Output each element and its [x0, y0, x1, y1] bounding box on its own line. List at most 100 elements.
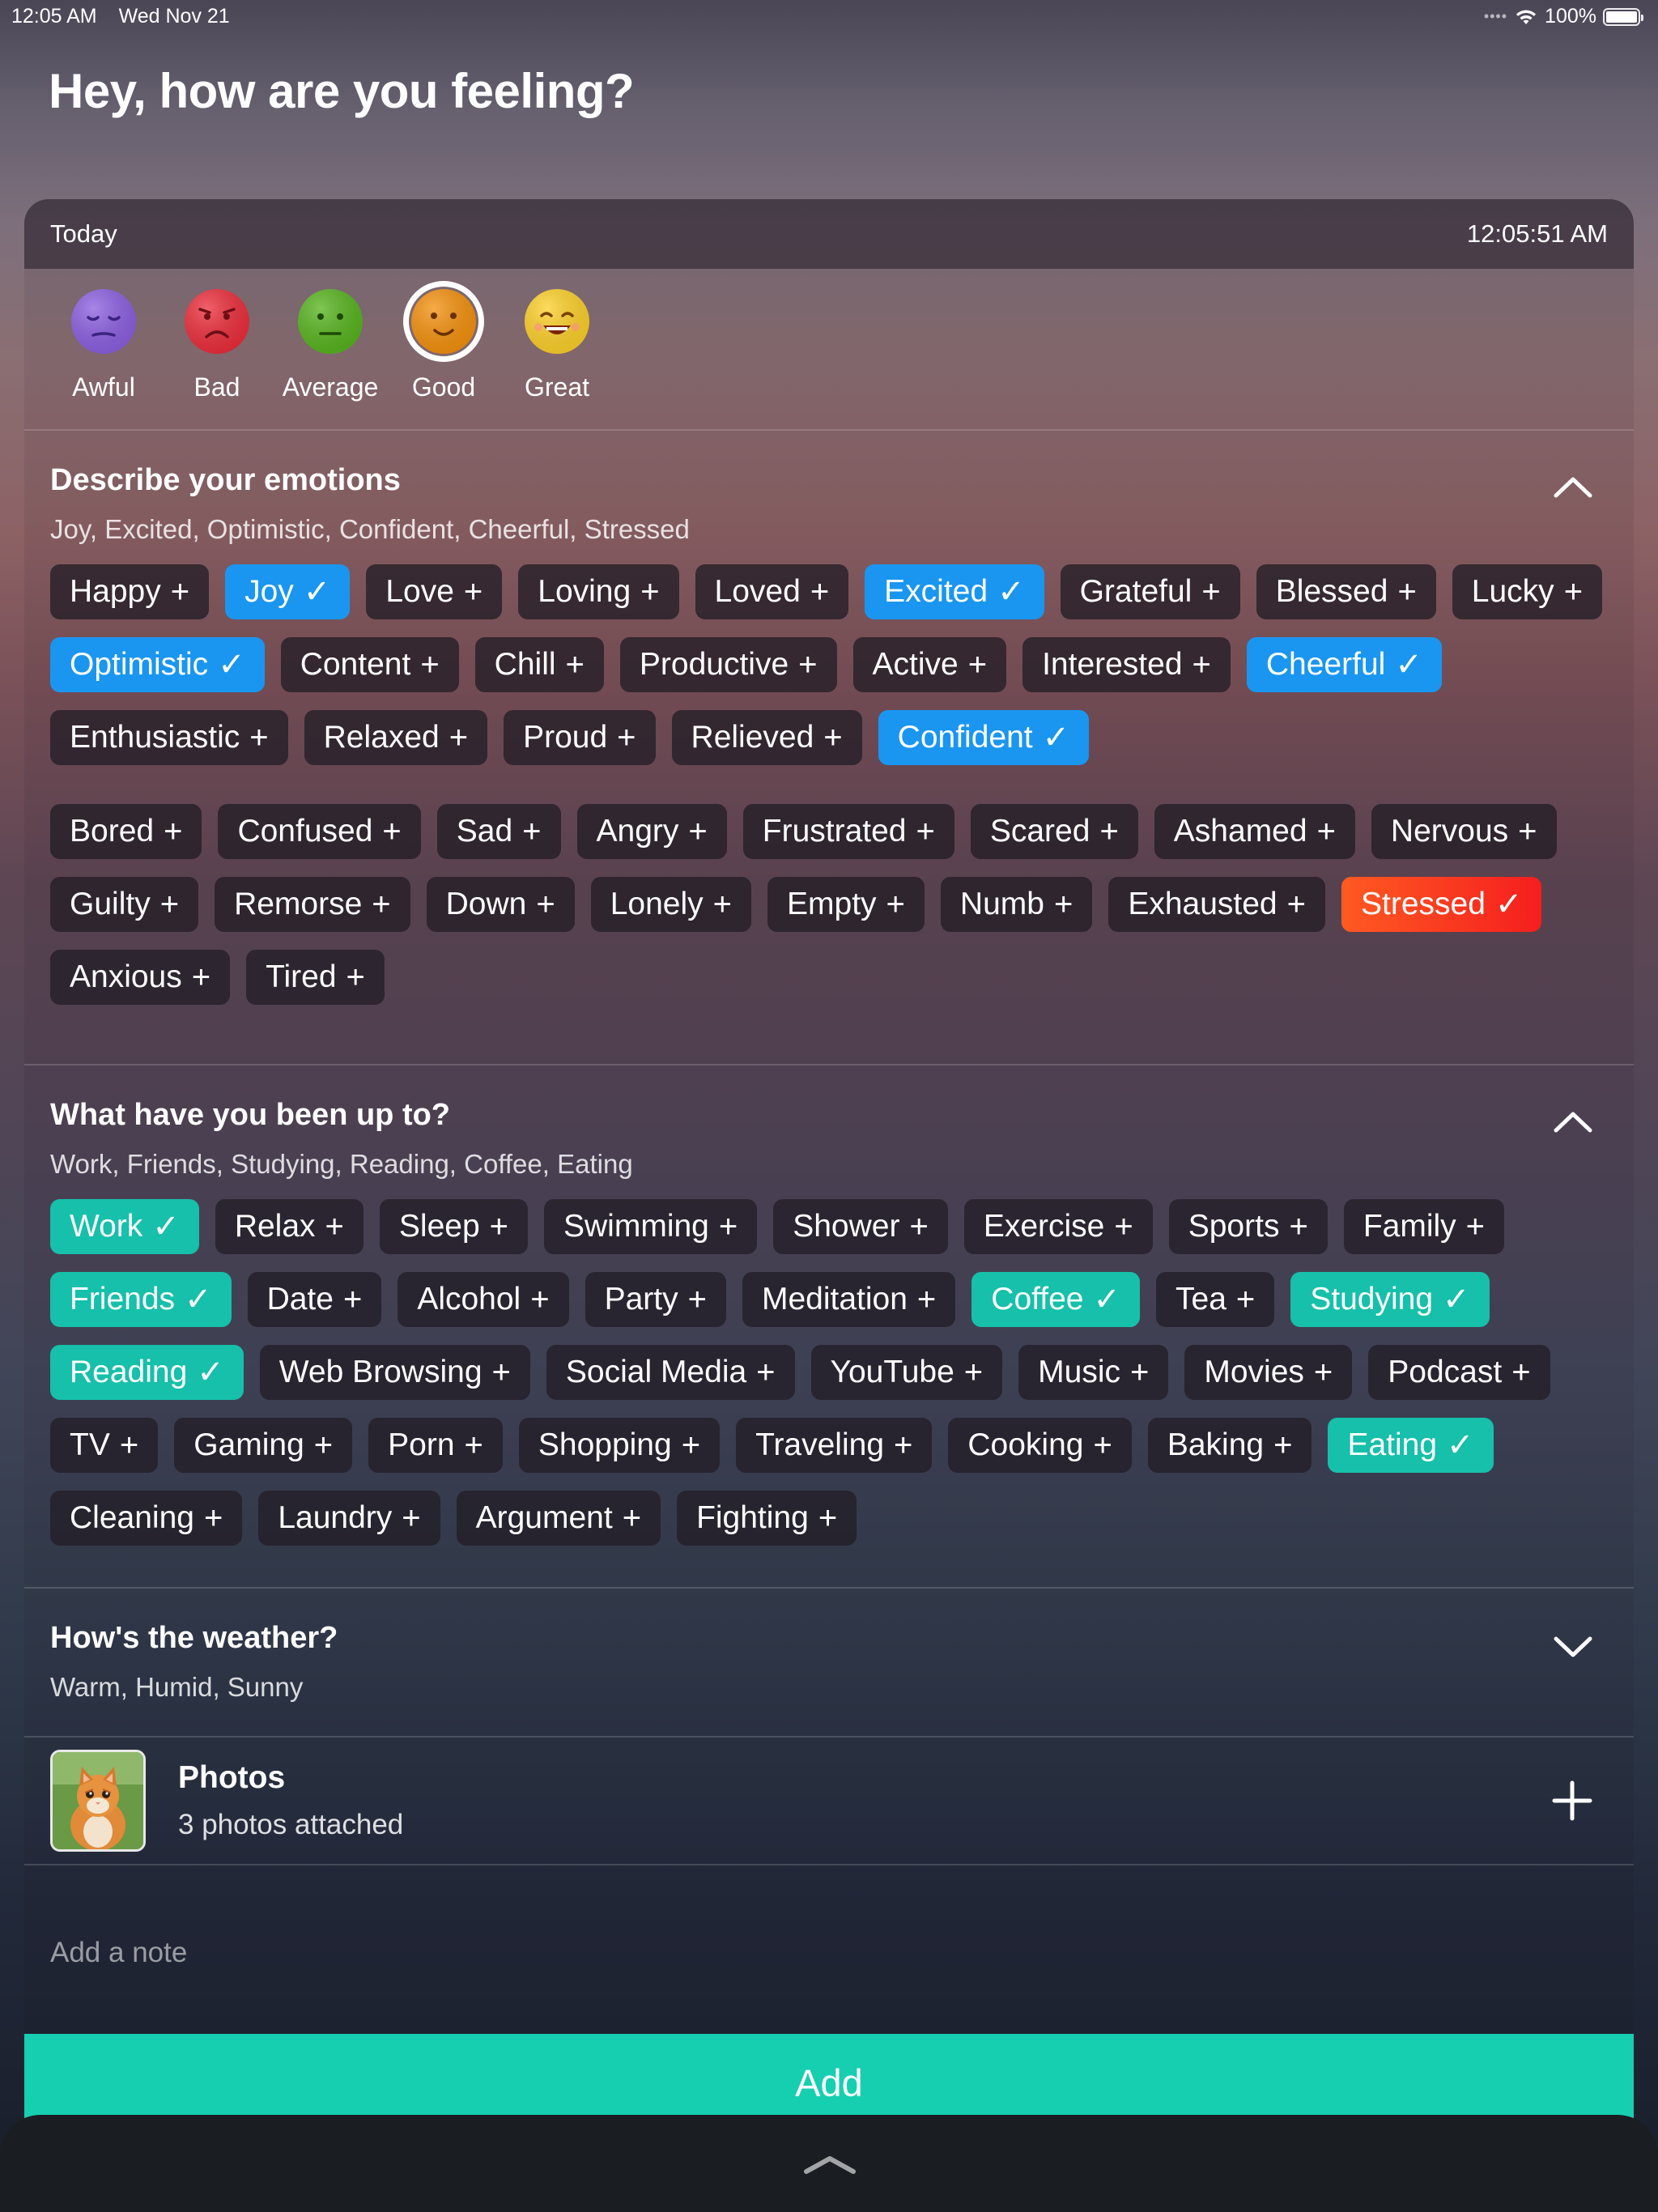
tag-chip-active[interactable]: Active + — [852, 637, 1007, 692]
tag-chip-content[interactable]: Content + — [280, 637, 459, 692]
tag-chip-friends[interactable]: Friends ✓ — [50, 1272, 232, 1327]
plus-icon: + — [313, 1427, 334, 1463]
plus-icon: + — [1099, 814, 1119, 849]
chevron-up-icon[interactable] — [801, 2152, 858, 2176]
tag-chip-traveling[interactable]: Traveling + — [736, 1418, 933, 1473]
emotions-title[interactable]: Describe your emotions — [50, 431, 1608, 498]
tag-chip-angry[interactable]: Angry + — [576, 804, 727, 859]
tag-chip-party[interactable]: Party + — [585, 1272, 726, 1327]
tag-chip-bored[interactable]: Bored + — [50, 804, 202, 859]
tag-chip-tv[interactable]: TV + — [50, 1418, 159, 1473]
tag-chip-reading[interactable]: Reading ✓ — [50, 1345, 244, 1400]
tag-chip-alcohol[interactable]: Alcohol + — [397, 1272, 569, 1327]
mood-average[interactable]: Average — [274, 287, 387, 429]
tag-chip-youtube[interactable]: YouTube + — [810, 1345, 1003, 1400]
tag-chip-work[interactable]: Work ✓ — [50, 1199, 199, 1254]
tag-chip-productive[interactable]: Productive + — [619, 637, 837, 692]
chevron-up-icon[interactable] — [1553, 1109, 1593, 1134]
tag-chip-nervous[interactable]: Nervous + — [1371, 804, 1557, 859]
photo-thumbnail[interactable] — [50, 1750, 146, 1852]
mood-great[interactable]: Great — [500, 287, 614, 429]
tag-chip-fighting[interactable]: Fighting + — [677, 1491, 857, 1546]
tag-chip-movies[interactable]: Movies + — [1184, 1345, 1353, 1400]
tag-chip-grateful[interactable]: Grateful + — [1060, 564, 1240, 619]
tag-chip-joy[interactable]: Joy ✓ — [225, 564, 351, 619]
mood-bad[interactable]: Bad — [160, 287, 274, 429]
tag-chip-relax[interactable]: Relax + — [215, 1199, 363, 1254]
tag-chip-love[interactable]: Love + — [366, 564, 503, 619]
tag-chip-web-browsing[interactable]: Web Browsing + — [259, 1345, 530, 1400]
note-input[interactable] — [50, 1937, 1608, 1969]
tag-chip-numb[interactable]: Numb + — [940, 877, 1093, 932]
tag-chip-tired[interactable]: Tired + — [246, 950, 385, 1005]
tag-chip-family[interactable]: Family + — [1343, 1199, 1505, 1254]
tag-chip-remorse[interactable]: Remorse + — [215, 877, 410, 932]
bottom-sheet[interactable] — [0, 2115, 1658, 2212]
tag-chip-stressed[interactable]: Stressed ✓ — [1341, 877, 1542, 932]
tag-chip-enthusiastic[interactable]: Enthusiastic + — [50, 710, 288, 765]
tag-chip-tea[interactable]: Tea + — [1156, 1272, 1275, 1327]
tag-chip-guilty[interactable]: Guilty + — [50, 877, 199, 932]
tag-chip-meditation[interactable]: Meditation + — [742, 1272, 956, 1327]
tag-chip-studying[interactable]: Studying ✓ — [1290, 1272, 1490, 1327]
tag-chip-excited[interactable]: Excited ✓ — [865, 564, 1044, 619]
tag-chip-baking[interactable]: Baking + — [1147, 1418, 1312, 1473]
add-photo-plus-icon[interactable] — [1551, 1780, 1593, 1822]
tag-chip-eating[interactable]: Eating ✓ — [1328, 1418, 1494, 1473]
tag-chip-empty[interactable]: Empty + — [767, 877, 925, 932]
tag-chip-loved[interactable]: Loved + — [695, 564, 849, 619]
tag-chip-cooking[interactable]: Cooking + — [948, 1418, 1132, 1473]
plus-icon: + — [818, 1500, 838, 1536]
tag-chip-down[interactable]: Down + — [426, 877, 575, 932]
battery-icon — [1603, 7, 1643, 26]
tag-chip-lonely[interactable]: Lonely + — [590, 877, 752, 932]
tag-chip-confident[interactable]: Confident ✓ — [878, 710, 1090, 765]
mood-good[interactable]: Good — [387, 287, 500, 429]
tag-chip-scared[interactable]: Scared + — [970, 804, 1138, 859]
tag-chip-exercise[interactable]: Exercise + — [963, 1199, 1153, 1254]
tag-chip-sad[interactable]: Sad + — [436, 804, 561, 859]
tag-chip-confused[interactable]: Confused + — [218, 804, 421, 859]
tag-chip-coffee[interactable]: Coffee ✓ — [971, 1272, 1140, 1327]
tag-chip-podcast[interactable]: Podcast + — [1368, 1345, 1550, 1400]
tag-chip-shower[interactable]: Shower + — [773, 1199, 948, 1254]
entry-day[interactable]: Today — [50, 219, 117, 249]
tag-chip-laundry[interactable]: Laundry + — [258, 1491, 440, 1546]
tag-chip-label: Optimistic — [70, 647, 209, 682]
photos-row[interactable]: Photos 3 photos attached — [24, 1738, 1634, 1865]
tag-chip-date[interactable]: Date + — [247, 1272, 382, 1327]
tag-chip-swimming[interactable]: Swimming + — [544, 1199, 758, 1254]
tag-chip-music[interactable]: Music + — [1018, 1345, 1169, 1400]
tag-chip-sports[interactable]: Sports + — [1168, 1199, 1328, 1254]
tag-chip-chill[interactable]: Chill + — [474, 637, 604, 692]
tag-chip-shopping[interactable]: Shopping + — [518, 1418, 721, 1473]
tag-chip-lucky[interactable]: Lucky + — [1452, 564, 1603, 619]
entry-time[interactable]: 12:05:51 AM — [1467, 219, 1608, 249]
tag-chip-frustrated[interactable]: Frustrated + — [742, 804, 954, 859]
tag-chip-exhausted[interactable]: Exhausted + — [1108, 877, 1325, 932]
tag-chip-relieved[interactable]: Relieved + — [671, 710, 862, 765]
chevron-up-icon[interactable] — [1553, 474, 1593, 499]
tag-chip-cleaning[interactable]: Cleaning + — [50, 1491, 243, 1546]
tag-chip-sleep[interactable]: Sleep + — [379, 1199, 528, 1254]
weather-title[interactable]: How's the weather? — [50, 1589, 1608, 1656]
tag-chip-argument[interactable]: Argument + — [456, 1491, 661, 1546]
tag-chip-relaxed[interactable]: Relaxed + — [304, 710, 488, 765]
tag-chip-cheerful[interactable]: Cheerful ✓ — [1246, 637, 1442, 692]
tag-chip-blessed[interactable]: Blessed + — [1256, 564, 1436, 619]
tag-chip-anxious[interactable]: Anxious + — [50, 950, 231, 1005]
tag-chip-optimistic[interactable]: Optimistic ✓ — [50, 637, 265, 692]
tag-chip-gaming[interactable]: Gaming + — [174, 1418, 353, 1473]
tag-chip-ashamed[interactable]: Ashamed + — [1154, 804, 1355, 859]
plus-icon: + — [203, 1500, 223, 1536]
tag-chip-interested[interactable]: Interested + — [1022, 637, 1231, 692]
tag-chip-porn[interactable]: Porn + — [368, 1418, 503, 1473]
tag-chip-loving[interactable]: Loving + — [518, 564, 679, 619]
weather-section[interactable]: How's the weather? Warm, Humid, Sunny — [24, 1589, 1634, 1738]
tag-chip-happy[interactable]: Happy + — [50, 564, 210, 619]
activities-title[interactable]: What have you been up to? — [50, 1066, 1608, 1133]
mood-awful[interactable]: Awful — [47, 287, 160, 429]
tag-chip-social-media[interactable]: Social Media + — [546, 1345, 795, 1400]
tag-chip-proud[interactable]: Proud + — [504, 710, 656, 765]
chevron-down-icon[interactable] — [1553, 1636, 1593, 1660]
